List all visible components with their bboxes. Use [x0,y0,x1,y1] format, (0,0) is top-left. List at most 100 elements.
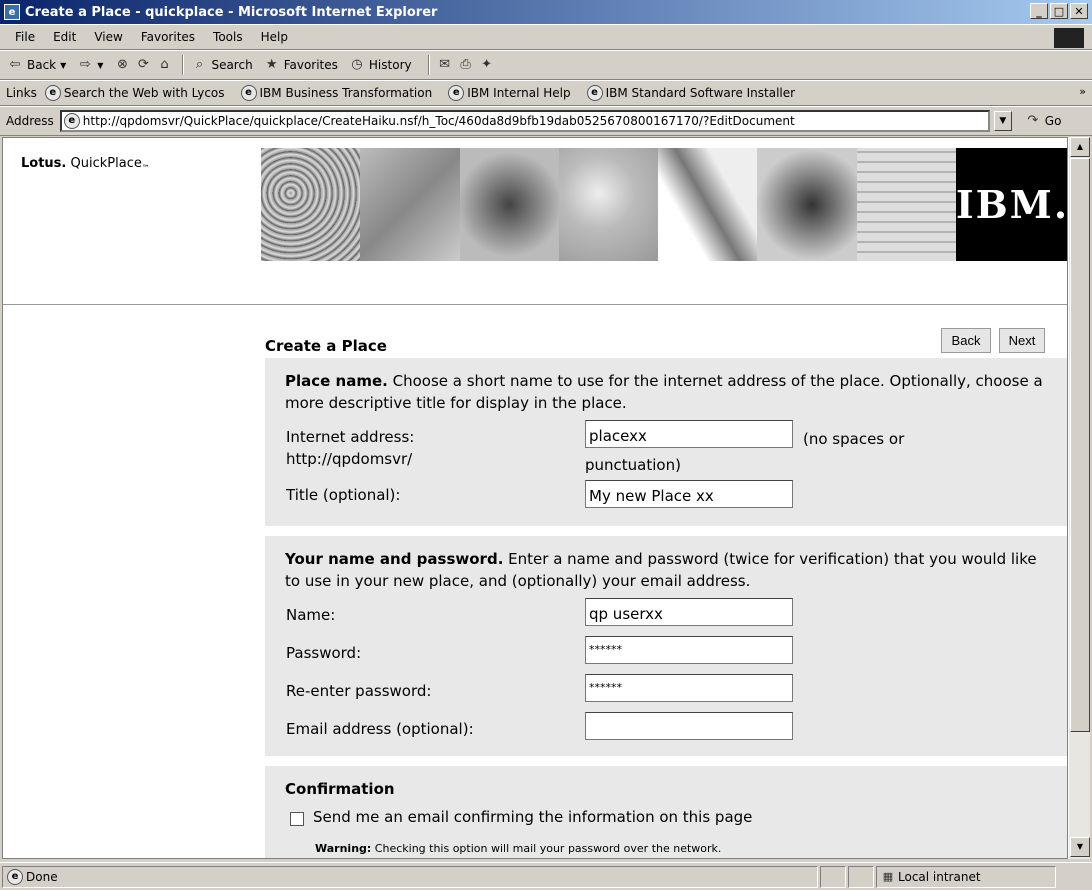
menu-file[interactable]: File [15,30,35,44]
refresh-icon[interactable]: ⟳ [134,56,152,74]
banner-image [360,148,460,261]
confirm-email-checkbox[interactable] [290,812,304,826]
banner-image [856,148,956,261]
lotus-logo-text: Lotus. [21,156,67,171]
security-zone-cell: ▦ Local intranet [876,865,1056,888]
confirmation-section: Confirmation Send me an email confirming… [265,766,1067,858]
banner-image [558,148,659,261]
password-input[interactable]: ****** [585,636,793,664]
address-dropdown-icon[interactable]: ▼ [993,111,1012,131]
page-viewport: Lotus. QuickPlace™ IBM. Create a Place B… [2,137,1068,859]
forward-button[interactable]: ⇨ ▼ [76,56,104,74]
go-label: Go [1044,114,1062,128]
link-ibm-business-label: IBM Business Transformation [259,86,433,100]
lotus-quickplace-logo: Lotus. QuickPlace™ [21,156,150,173]
email-label: Email address (optional): [286,720,474,738]
place-name-section: Place name. Choose a short name to use f… [265,358,1067,526]
window-titlebar: e Create a Place - quickplace - Microsof… [0,0,1092,24]
menu-edit[interactable]: Edit [53,30,76,44]
print-icon[interactable]: ⎙ [457,56,475,74]
link-ibm-help[interactable]: e IBM Internal Help [448,85,571,101]
messenger-icon[interactable]: ✦ [478,56,496,74]
search-icon: ⌕ [195,57,204,72]
internet-address-prefix: http://qpdomsvr/ [286,450,413,468]
security-zone-label: Local intranet [898,869,981,884]
ie-page-icon: e [7,868,23,885]
title-label: Title (optional): [286,486,401,504]
maximize-button[interactable]: □ [1050,3,1068,19]
forward-dropdown-icon[interactable]: ▼ [97,61,103,70]
intranet-zone-icon: ▦ [882,869,894,883]
internet-address-label: Internet address: [286,428,415,446]
address-bar: Address e http://qpdomsvr/QuickPlace/qui… [0,106,1092,136]
links-label: Links [6,86,37,100]
windows-logo-icon [1054,28,1084,48]
ie-page-icon: e [63,113,80,129]
address-url: http://qpdomsvr/QuickPlace/quickplace/Cr… [82,114,795,128]
chevron-right-icon[interactable]: » [1079,85,1086,98]
page-title: Create a Place [265,337,387,355]
menu-bar: File Edit View Favorites Tools Help [0,24,1092,50]
title-input[interactable]: My new Place xx [585,480,793,508]
password-label: Password: [286,644,362,662]
banner-image [261,148,361,261]
place-name-heading: Place name. [285,372,388,390]
link-ibm-help-label: IBM Internal Help [467,86,571,100]
scroll-thumb[interactable] [1070,158,1090,732]
favorites-label: Favorites [283,58,338,72]
scroll-up-icon[interactable]: ▲ [1070,137,1090,157]
search-button[interactable]: ⌕ Search [190,56,253,74]
banner-image [757,148,857,261]
link-ibm-installer[interactable]: e IBM Standard Software Installer [586,85,796,101]
history-icon: ◷ [351,57,363,72]
menu-help[interactable]: Help [261,30,288,44]
menu-favorites[interactable]: Favorites [141,30,195,44]
warning-message: Checking this option will mail your pass… [371,842,722,855]
menu-tools[interactable]: Tools [213,30,243,44]
back-dropdown-icon[interactable]: ▼ [60,61,66,70]
name-input[interactable]: qp userxx [585,598,793,626]
ie-page-icon: e [586,85,603,101]
quickplace-logo-text: QuickPlace [70,156,142,171]
reenter-password-input[interactable]: ****** [585,674,793,702]
scroll-down-icon[interactable]: ▼ [1070,837,1090,857]
link-ibm-business[interactable]: e IBM Business Transformation [240,85,433,101]
history-button[interactable]: ◷ History [348,56,411,74]
confirm-email-label: Send me an email confirming the informat… [313,808,753,826]
back-page-button[interactable]: Back [941,328,991,353]
status-bar: e Done ▦ Local intranet [0,862,1092,890]
warning-label: Warning: [315,842,372,855]
favorites-icon: ★ [265,57,278,72]
toolbar-separator [182,55,185,75]
stop-icon[interactable]: ⊗ [113,56,131,74]
banner-image [658,148,758,261]
forward-arrow-icon: ⇨ [79,57,91,72]
status-cell [848,865,874,888]
home-icon[interactable]: ⌂ [155,56,173,74]
credentials-section: Your name and password. Enter a name and… [265,536,1067,756]
menu-view[interactable]: View [94,30,122,44]
standard-toolbar: ⇦ Back ▼ ⇨ ▼ ⊗ ⟳ ⌂ ⌕ Search ★ Favorites … [0,50,1092,80]
back-button[interactable]: ⇦ Back ▼ [6,56,67,74]
vertical-scrollbar[interactable]: ▲ ▼ [1068,137,1090,859]
go-arrow-icon: ↷ [1027,113,1039,128]
favorites-button[interactable]: ★ Favorites [263,56,338,74]
address-input[interactable]: e http://qpdomsvr/QuickPlace/quickplace/… [59,110,990,132]
ie-page-icon: e [44,85,61,101]
mail-icon[interactable]: ✉ [436,56,454,74]
reenter-password-label: Re-enter password: [286,682,432,700]
link-lycos-label: Search the Web with Lycos [63,86,225,100]
link-ibm-installer-label: IBM Standard Software Installer [605,86,796,100]
internet-address-input[interactable]: placexx [585,420,793,448]
go-button[interactable]: ↷ Go [1024,112,1062,130]
back-arrow-icon: ⇦ [9,57,21,72]
close-button[interactable]: ✕ [1070,3,1088,19]
minimize-button[interactable]: _ [1030,3,1048,19]
email-input[interactable] [585,712,793,740]
place-name-description: Choose a short name to use for the inter… [285,372,1043,412]
ie-page-icon: e [240,85,257,101]
link-lycos[interactable]: e Search the Web with Lycos [44,85,225,101]
confirmation-heading: Confirmation [285,780,395,798]
links-bar: Links e Search the Web with Lycos e IBM … [0,80,1092,106]
next-page-button[interactable]: Next [999,328,1045,353]
